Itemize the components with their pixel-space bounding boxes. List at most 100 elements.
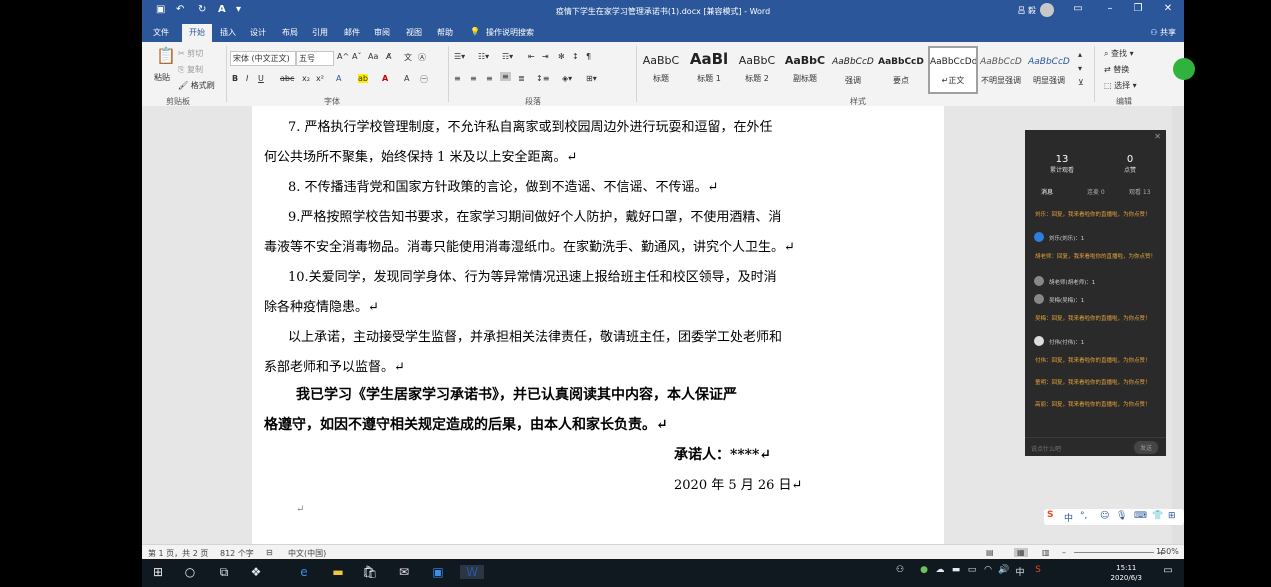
toolbox-icon[interactable]: ⊞ bbox=[1168, 511, 1176, 521]
superscript-icon[interactable]: x² bbox=[316, 74, 324, 83]
tab-home[interactable]: 开始 bbox=[182, 24, 212, 42]
ime-toolbar[interactable]: S 中 °, ☺ 🎙 ⌨ 👕 ⊞ bbox=[1044, 509, 1184, 525]
emoji-icon[interactable]: ☺ bbox=[1100, 511, 1109, 521]
user-name[interactable]: 吕 毅 bbox=[1017, 5, 1036, 16]
style-heading-1[interactable]: AaBl 标题 1 bbox=[686, 48, 732, 92]
live-app-icon[interactable]: ▣ bbox=[426, 565, 450, 579]
avatar[interactable] bbox=[1040, 3, 1054, 17]
numbering-icon[interactable]: ☷▾ bbox=[478, 52, 489, 61]
zoom-slider[interactable] bbox=[1074, 552, 1154, 553]
distributed-icon[interactable]: ≣ bbox=[518, 74, 525, 83]
font-name-select[interactable]: 宋体 (中文正文) bbox=[230, 51, 296, 66]
share-button[interactable]: ⚇ 共享 bbox=[1150, 27, 1176, 38]
change-case-icon[interactable]: Aa bbox=[368, 52, 378, 61]
style-emphasis[interactable]: AaBbCcD 强调 bbox=[830, 48, 876, 92]
bold-icon[interactable]: B bbox=[232, 74, 238, 83]
shading-icon[interactable]: ◈▾ bbox=[562, 74, 572, 83]
file-explorer-icon[interactable]: ▬ bbox=[326, 565, 350, 579]
tab-mic[interactable]: 连麦 0 bbox=[1087, 187, 1105, 196]
styles-more-icon[interactable]: ⊻ bbox=[1078, 78, 1084, 87]
restore-icon[interactable]: ❐ bbox=[1128, 3, 1148, 14]
sort-icon[interactable]: ↕ bbox=[572, 52, 579, 61]
style-normal[interactable]: AaBbCcDd ↵正文 bbox=[928, 46, 978, 94]
replace-button[interactable]: ⇄ 替换 bbox=[1104, 64, 1129, 75]
subscript-icon[interactable]: x₂ bbox=[302, 74, 310, 83]
borders-icon[interactable]: ⊞▾ bbox=[586, 74, 597, 83]
select-button[interactable]: ⬚ 选择 ▾ bbox=[1104, 80, 1137, 91]
zoom-level[interactable]: 150% bbox=[1156, 547, 1179, 556]
justify-icon[interactable]: ≡ bbox=[500, 72, 511, 81]
phonetic-icon[interactable]: 文 bbox=[404, 52, 412, 63]
people-icon[interactable]: ⚇ bbox=[888, 565, 912, 575]
style-heading-2[interactable]: AaBbC 标题 2 bbox=[734, 48, 780, 92]
tab-references[interactable]: 引用 bbox=[312, 27, 328, 38]
enclose-char-icon[interactable]: ㊀ bbox=[420, 74, 428, 85]
ime-punct-icon[interactable]: °, bbox=[1080, 511, 1087, 521]
sogou-icon[interactable]: S bbox=[1047, 510, 1053, 520]
format-painter-button[interactable]: 🖌 格式刷 bbox=[178, 80, 215, 91]
paste-button[interactable]: 粘贴 bbox=[154, 72, 170, 83]
edge-icon[interactable]: e bbox=[292, 565, 316, 579]
tab-layout[interactable]: 布局 bbox=[282, 27, 298, 38]
highlight-icon[interactable]: ab bbox=[358, 74, 368, 83]
windows-start-icon[interactable]: ⊞ bbox=[146, 565, 170, 579]
tab-design[interactable]: 设计 bbox=[250, 27, 266, 38]
tell-me-search[interactable]: 操作说明搜索 bbox=[486, 27, 534, 38]
align-right-icon[interactable]: ≡ bbox=[486, 74, 493, 83]
style-strong[interactable]: AaBbCcD 要点 bbox=[878, 48, 924, 92]
task-view-icon[interactable]: ⧉ bbox=[212, 565, 236, 580]
style-intense-emphasis[interactable]: AaBbCcD 明显强调 bbox=[1026, 48, 1072, 92]
close-icon[interactable]: ✕ bbox=[1158, 3, 1178, 14]
strikethrough-icon[interactable]: abc bbox=[280, 74, 294, 83]
underline-icon[interactable]: U bbox=[258, 74, 264, 83]
clock[interactable]: 15:11 2020/6/3 bbox=[1111, 563, 1142, 583]
mail-icon[interactable]: ✉ bbox=[392, 565, 416, 579]
language-status[interactable]: 中文(中国) bbox=[288, 548, 326, 559]
tab-help[interactable]: 帮助 bbox=[437, 27, 453, 38]
tab-insert[interactable]: 插入 bbox=[220, 27, 236, 38]
floating-widget-icon[interactable] bbox=[1173, 58, 1195, 80]
styles-scroll-up-icon[interactable]: ▴ bbox=[1078, 50, 1082, 59]
page-count[interactable]: 第 1 页，共 2 页 bbox=[148, 548, 208, 559]
align-left-icon[interactable]: ≡ bbox=[454, 74, 461, 83]
char-border-icon[interactable]: Ⓐ bbox=[418, 52, 426, 63]
zoom-out-icon[interactable]: – bbox=[1062, 548, 1066, 557]
char-shading-icon[interactable]: A bbox=[404, 74, 409, 83]
style-title[interactable]: AaBbC 标题 bbox=[638, 48, 684, 92]
tab-messages[interactable]: 消息 bbox=[1041, 187, 1053, 196]
line-spacing-icon[interactable]: ↕≡ bbox=[536, 74, 549, 83]
word-count[interactable]: 812 个字 bbox=[220, 548, 254, 559]
sogou-tray-icon[interactable]: S bbox=[1026, 565, 1050, 575]
bullets-icon[interactable]: ☰▾ bbox=[454, 52, 465, 61]
web-layout-icon[interactable]: ▥ bbox=[1042, 548, 1050, 557]
chat-input[interactable]: 说点什么吧 发送 bbox=[1025, 437, 1166, 456]
style-subtle-emphasis[interactable]: AaBbCcD 不明显强调 bbox=[978, 48, 1024, 92]
cut-button[interactable]: ✂ 剪切 bbox=[178, 48, 203, 59]
shrink-font-icon[interactable]: Aˇ bbox=[352, 52, 361, 61]
increase-indent-icon[interactable]: ⇥ bbox=[542, 52, 549, 61]
app-icon[interactable]: ❖ bbox=[244, 565, 268, 579]
show-marks-icon[interactable]: ¶ bbox=[586, 52, 591, 61]
tab-file[interactable]: 文件 bbox=[153, 27, 169, 38]
word-taskbar-icon[interactable]: W bbox=[460, 565, 484, 579]
clear-format-icon[interactable]: A̸ bbox=[386, 52, 391, 61]
print-layout-icon[interactable]: ▦ bbox=[1014, 548, 1028, 557]
read-mode-icon[interactable]: ▤ bbox=[986, 548, 994, 557]
tab-view[interactable]: 视图 bbox=[406, 27, 422, 38]
ime-mode[interactable]: 中 bbox=[1064, 511, 1073, 524]
style-subtitle[interactable]: AaBbC 副标题 bbox=[782, 48, 828, 92]
skin-icon[interactable]: 👕 bbox=[1152, 511, 1163, 521]
keyboard-icon[interactable]: ⌨ bbox=[1134, 511, 1147, 521]
italic-icon[interactable]: I bbox=[246, 74, 248, 83]
document-page[interactable]: 7. 严格执行学校管理制度，不允许私自离家或到校园周边外进行玩耍和逗留，在外任 … bbox=[252, 106, 944, 544]
paste-icon[interactable]: 📋 bbox=[156, 46, 176, 65]
proofing-icon[interactable]: ⊟ bbox=[266, 548, 273, 557]
styles-scroll-down-icon[interactable]: ▾ bbox=[1078, 64, 1082, 73]
multilevel-list-icon[interactable]: ☶▾ bbox=[502, 52, 513, 61]
ribbon-options-icon[interactable]: ▭ bbox=[1068, 3, 1088, 14]
font-size-select[interactable]: 五号 bbox=[296, 51, 334, 66]
notifications-icon[interactable]: ▭ bbox=[1156, 565, 1180, 576]
vertical-scrollbar[interactable] bbox=[1172, 106, 1184, 544]
store-icon[interactable]: 🛍 bbox=[358, 565, 382, 579]
mic-icon[interactable]: 🎙 bbox=[1116, 511, 1127, 521]
